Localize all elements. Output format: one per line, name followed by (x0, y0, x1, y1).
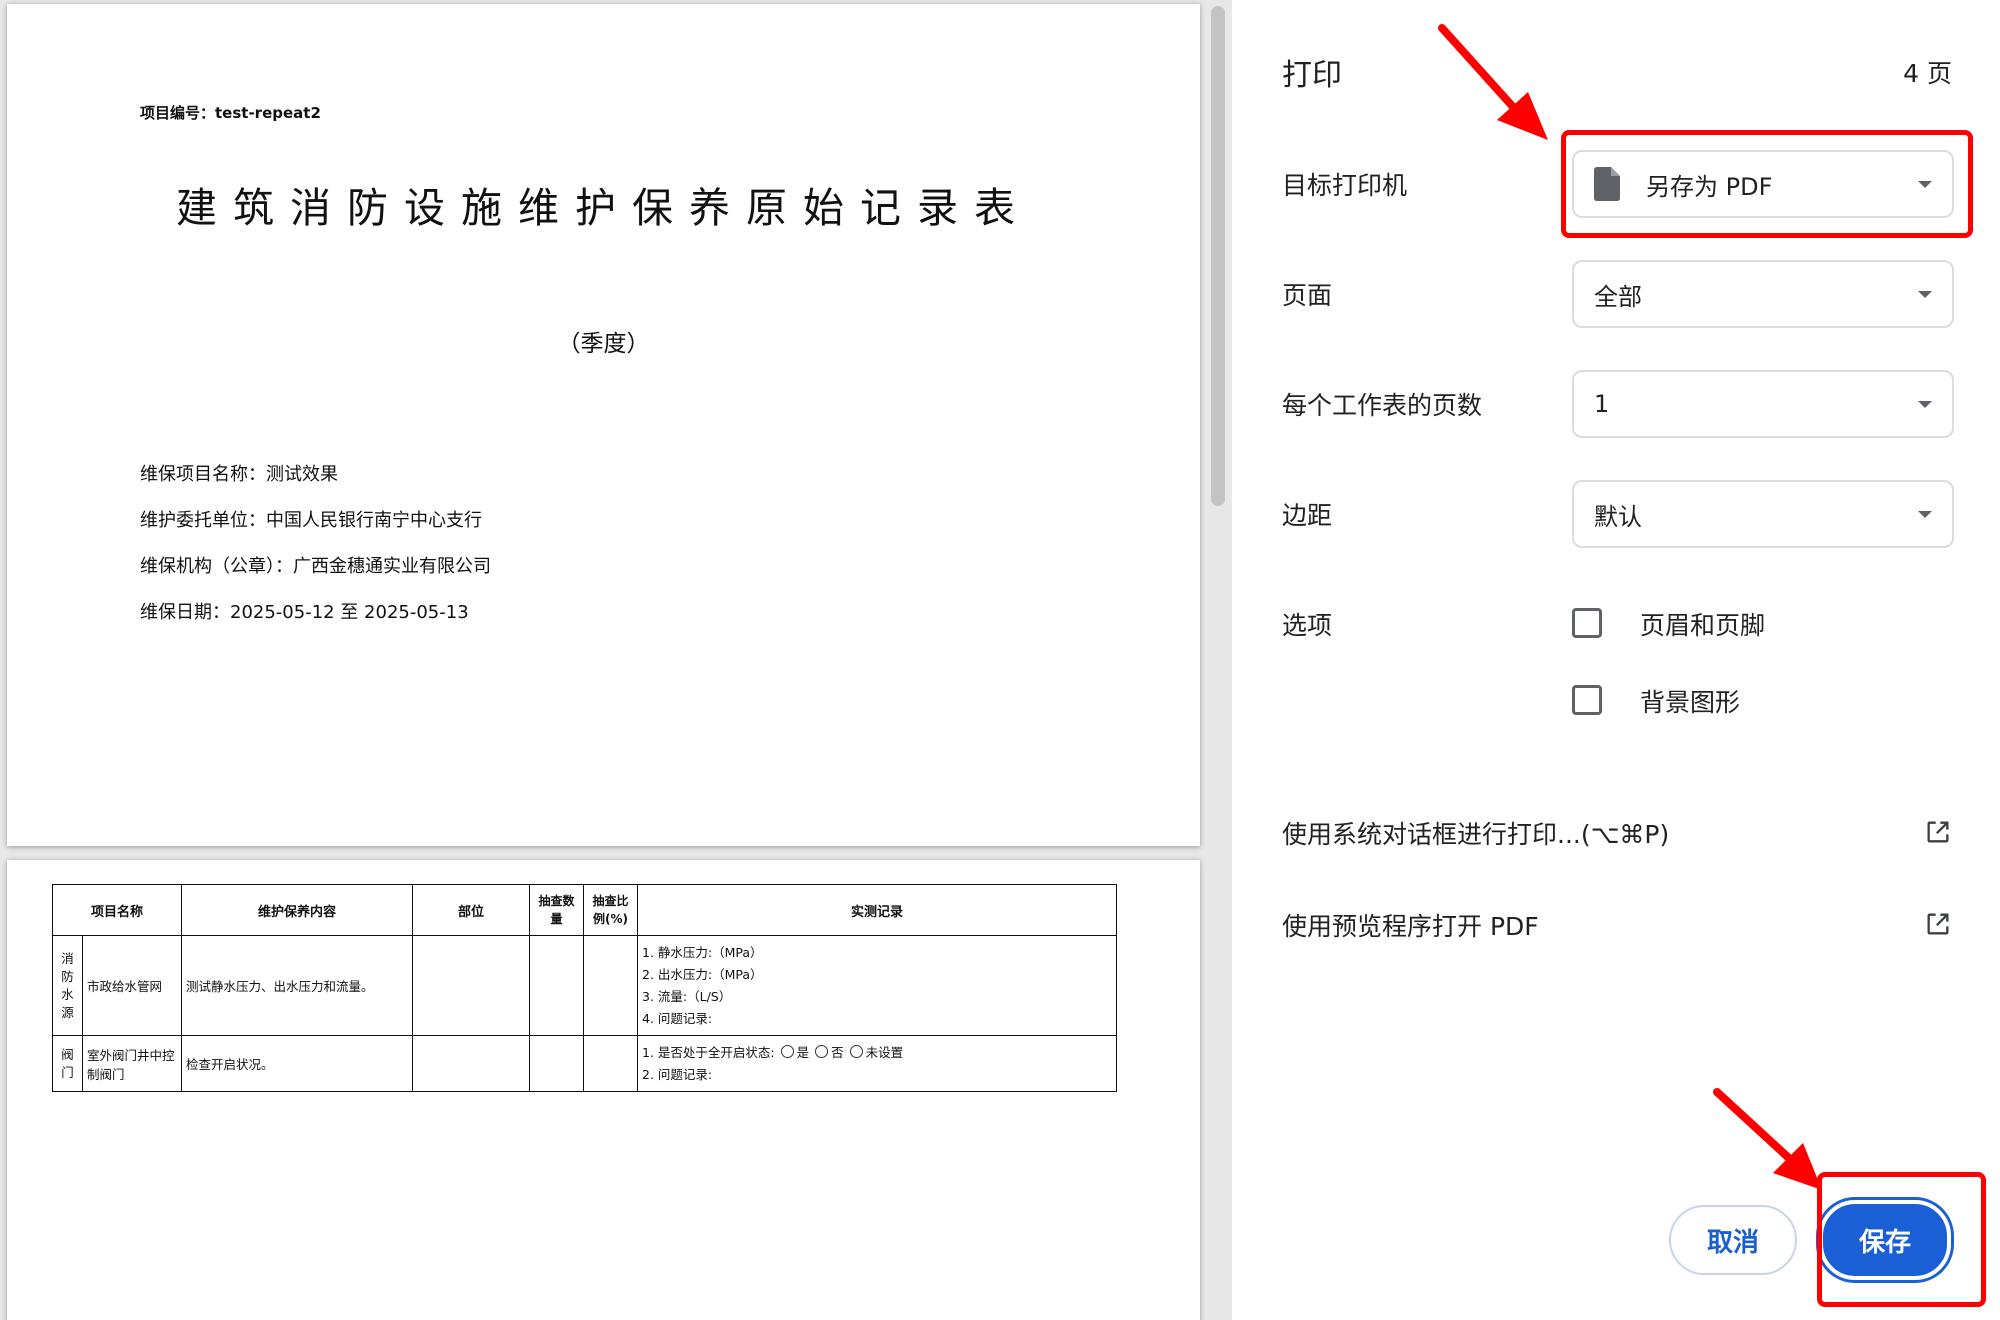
dropdown-caret-icon (1918, 401, 1932, 408)
row-sample-ratio (583, 1035, 638, 1092)
radio-unset-icon (849, 1044, 863, 1058)
row-sample-count (529, 1035, 584, 1092)
external-link-icon[interactable] (1924, 818, 1952, 846)
dropdown-caret-icon (1918, 291, 1932, 298)
pages-select[interactable]: 全部 (1572, 260, 1954, 328)
table-header-row: 项目名称 维护保养内容 部位 抽查数量 抽查比例(%) 实测记录 (52, 884, 1117, 936)
margins-select[interactable]: 默认 (1572, 480, 1954, 548)
info-organization: 维保机构（公章）：广西金穗通实业有限公司 (140, 556, 491, 577)
row-category: 阀 门 (51, 1035, 84, 1092)
pages-value: 全部 (1594, 282, 1642, 311)
pages-per-sheet-value: 1 (1594, 390, 1610, 418)
header-sample-ratio: 抽查比例(%) (583, 884, 638, 936)
info-project-name: 维保项目名称：测试效果 (140, 464, 338, 485)
project-number: 项目编号：test-repeat2 (140, 104, 321, 122)
header-location: 部位 (412, 884, 530, 936)
row-location (412, 935, 530, 1036)
preview-page-2: 项目名称 维护保养内容 部位 抽查数量 抽查比例(%) 实测记录 消 防 水 源… (7, 860, 1200, 1320)
headers-footers-checkbox[interactable] (1572, 608, 1602, 638)
row-item: 市政给水管网 (82, 935, 182, 1036)
document-title: 建筑消防设施维护保养原始记录表 (176, 184, 1031, 232)
document-subtitle: （季度） (557, 331, 650, 357)
external-link-icon[interactable] (1924, 910, 1952, 938)
header-content: 维护保养内容 (181, 884, 413, 936)
save-highlight-box (1817, 1172, 1986, 1307)
row-category: 消 防 水 源 (51, 935, 84, 1036)
table-row: 消 防 水 源 市政给水管网 测试静水压力、出水压力和流量。 1. 静水压力:（… (51, 935, 1117, 1036)
destination-label: 目标打印机 (1282, 171, 1408, 200)
dropdown-caret-icon (1918, 511, 1932, 518)
panel-title: 打印 (1282, 58, 1342, 93)
row-content: 测试静水压力、出水压力和流量。 (181, 935, 413, 1036)
options-label: 选项 (1282, 611, 1333, 640)
open-in-preview-link[interactable]: 使用预览程序打开 PDF (1282, 907, 1539, 943)
background-graphics-checkbox[interactable] (1572, 685, 1602, 715)
header-records: 实测记录 (637, 884, 1117, 936)
row-records: 1. 静水压力:（MPa） 2. 出水压力:（MPa） 3. 流量:（L/S） … (637, 935, 1117, 1036)
margins-label: 边距 (1282, 501, 1333, 530)
background-graphics-label[interactable]: 背景图形 (1640, 683, 1740, 719)
pages-per-sheet-select[interactable]: 1 (1572, 370, 1954, 438)
radio-no-icon (815, 1044, 829, 1058)
destination-highlight-box (1561, 130, 1973, 238)
row-sample-ratio (583, 935, 638, 1036)
row-records: 1. 是否处于全开启状态: 是否未设置 2. 问题记录: (637, 1035, 1117, 1092)
maintenance-record-table: 项目名称 维护保养内容 部位 抽查数量 抽查比例(%) 实测记录 消 防 水 源… (51, 884, 1117, 1092)
table-row: 阀 门 室外阀门井中控制阀门 检查开启状况。 1. 是否处于全开启状态: 是否未设… (51, 1035, 1117, 1092)
system-dialog-link[interactable]: 使用系统对话框进行打印...(⌥⌘P) (1282, 815, 1669, 851)
radio-yes-icon (780, 1044, 794, 1058)
pages-label: 页面 (1282, 281, 1333, 310)
pages-per-sheet-label: 每个工作表的页数 (1282, 391, 1483, 420)
print-preview-area[interactable]: 项目编号：test-repeat2 建筑消防设施维护保养原始记录表 （季度） 维… (0, 0, 1232, 1320)
row-item: 室外阀门井中控制阀门 (82, 1035, 182, 1092)
header-item-name: 项目名称 (52, 884, 182, 936)
info-date: 维保日期：2025-05-12 至 2025-05-13 (140, 602, 469, 623)
row-content: 检查开启状况。 (181, 1035, 413, 1092)
headers-footers-label[interactable]: 页眉和页脚 (1640, 606, 1765, 642)
page-count: 4 页 (1903, 59, 1952, 88)
header-sample-count: 抽查数量 (529, 884, 584, 936)
info-client: 维护委托单位：中国人民银行南宁中心支行 (140, 510, 482, 531)
cancel-button[interactable]: 取消 (1669, 1205, 1797, 1275)
row-sample-count (529, 935, 584, 1036)
preview-scrollbar[interactable] (1211, 6, 1225, 506)
row-location (412, 1035, 530, 1092)
preview-page-1: 项目编号：test-repeat2 建筑消防设施维护保养原始记录表 （季度） 维… (7, 4, 1200, 846)
margins-value: 默认 (1594, 502, 1642, 531)
